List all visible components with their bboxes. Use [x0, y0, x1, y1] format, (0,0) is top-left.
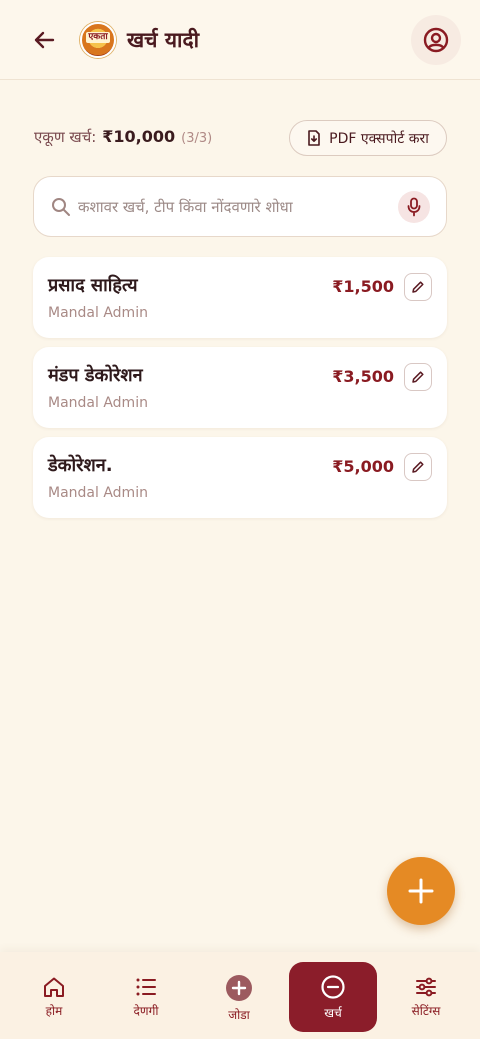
total-expense-summary: एकूण खर्च: ₹10,000 (3/3) — [34, 127, 212, 151]
add-expense-fab[interactable] — [387, 857, 455, 925]
nav-settings[interactable]: सेटिंग्स — [396, 952, 456, 1039]
expense-card[interactable]: मंडप डेकोरेशन Mandal Admin ₹3,500 — [33, 347, 447, 428]
search-bar — [33, 176, 447, 237]
app-bar: एकता खर्च यादी — [0, 0, 480, 80]
expense-card[interactable]: डेकोरेशन. Mandal Admin ₹5,000 — [33, 437, 447, 518]
user-circle-icon — [423, 27, 449, 53]
arrow-left-icon — [34, 31, 55, 49]
nav-settings-label: सेटिंग्स — [411, 1004, 441, 1018]
expense-card[interactable]: प्रसाद साहित्य Mandal Admin ₹1,500 — [33, 257, 447, 338]
total-amount: ₹10,000 — [102, 127, 176, 146]
expense-recorded-by: Mandal Admin — [48, 395, 148, 411]
add-circle-icon — [226, 975, 252, 1001]
nav-donations-label: देणगी — [133, 1004, 159, 1018]
search-input[interactable] — [78, 187, 388, 227]
nav-expenses-label: खर्च — [324, 1005, 342, 1020]
expense-title: प्रसाद साहित्य — [48, 275, 138, 296]
expense-title: मंडप डेकोरेशन — [48, 365, 143, 386]
file-download-icon — [308, 130, 320, 146]
pdf-export-label: PDF एक्सपोर्ट करा — [329, 130, 429, 147]
sliders-icon — [416, 977, 436, 997]
total-label: एकूण खर्च: — [34, 128, 97, 146]
pencil-icon — [412, 461, 424, 473]
minus-circle-icon — [321, 974, 345, 999]
edit-expense-button[interactable] — [404, 363, 432, 391]
expense-amount: ₹5,000 — [332, 457, 394, 476]
pencil-icon — [412, 371, 424, 383]
nav-home-label: होम — [45, 1004, 63, 1018]
nav-add-label: जोडा — [228, 1008, 250, 1022]
total-count: (3/3) — [181, 131, 213, 146]
expense-recorded-by: Mandal Admin — [48, 485, 148, 501]
logo-text: एकता — [86, 31, 110, 43]
bottom-navigation: होम देणगी जोडा खर्च सेटिंग्स — [0, 952, 480, 1039]
expense-title: डेकोरेशन. — [48, 455, 113, 476]
pdf-export-button[interactable]: PDF एक्सपोर्ट करा — [289, 120, 447, 156]
edit-expense-button[interactable] — [404, 453, 432, 481]
edit-expense-button[interactable] — [404, 273, 432, 301]
page-title: खर्च यादी — [127, 28, 200, 52]
list-icon — [136, 978, 156, 996]
home-icon — [44, 977, 64, 997]
nav-add[interactable]: जोडा — [209, 952, 269, 1039]
microphone-icon — [407, 197, 421, 217]
back-button[interactable] — [28, 26, 60, 54]
nav-donations[interactable]: देणगी — [116, 952, 176, 1039]
plus-icon — [408, 878, 434, 904]
expense-recorded-by: Mandal Admin — [48, 305, 148, 321]
nav-home[interactable]: होम — [24, 952, 84, 1039]
search-icon — [50, 196, 72, 218]
nav-expenses[interactable]: खर्च — [289, 962, 377, 1032]
profile-button[interactable] — [411, 15, 461, 65]
expense-amount: ₹3,500 — [332, 367, 394, 386]
voice-search-button[interactable] — [398, 191, 430, 223]
expense-amount: ₹1,500 — [332, 277, 394, 296]
mandal-logo: एकता — [80, 22, 116, 58]
pencil-icon — [412, 281, 424, 293]
